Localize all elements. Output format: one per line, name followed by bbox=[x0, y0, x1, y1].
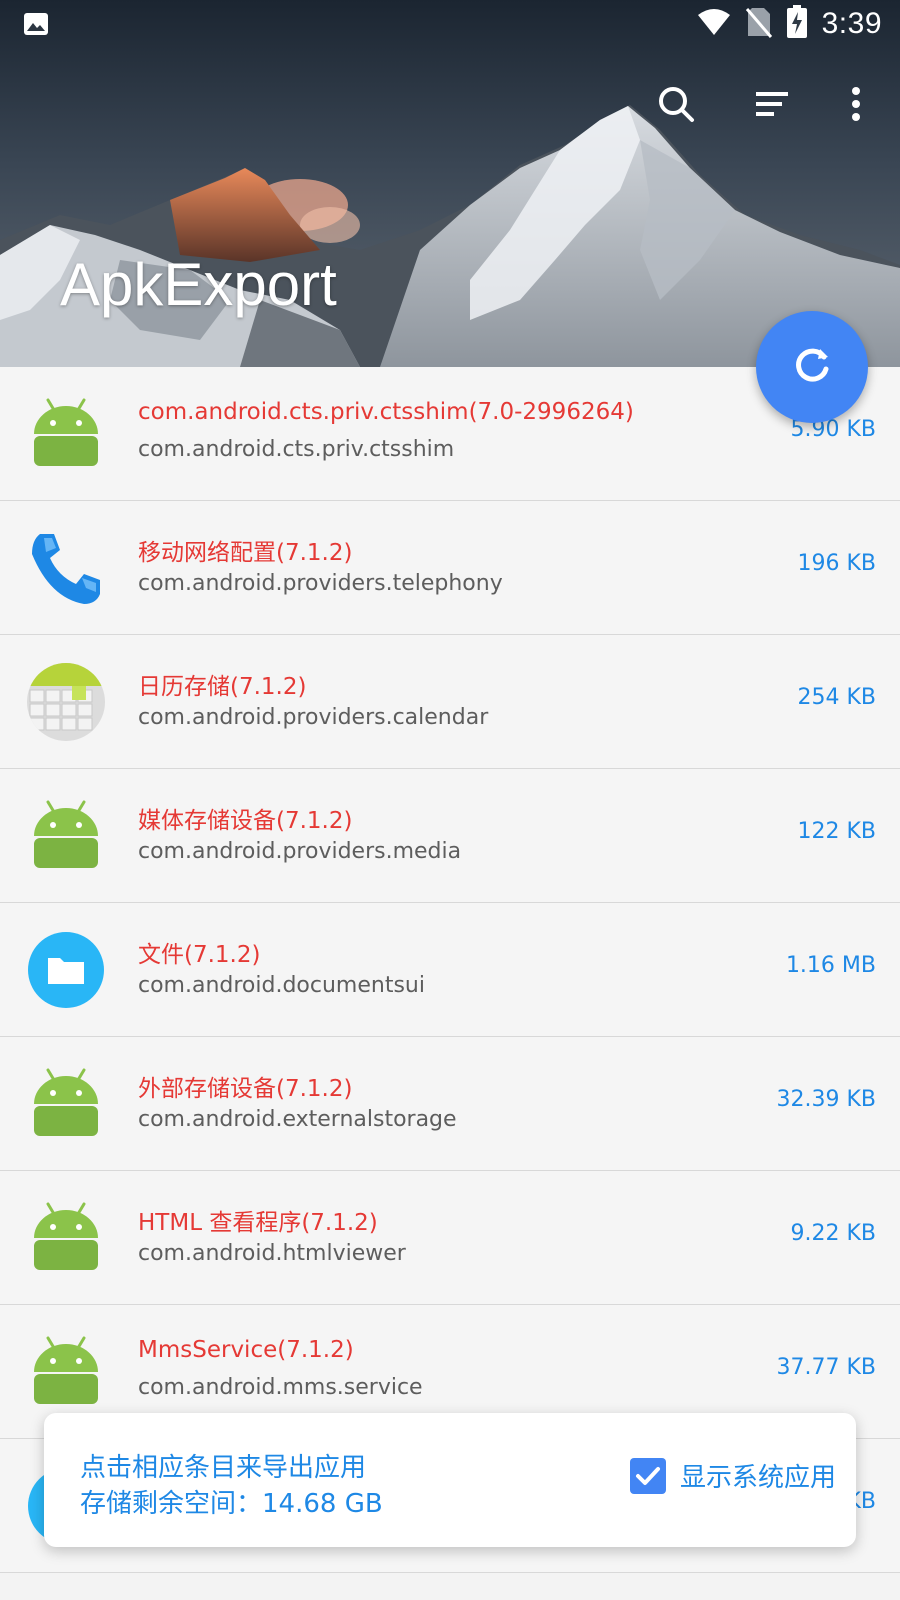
app-size: 32.39 KB bbox=[776, 1087, 877, 1112]
android-icon bbox=[26, 1332, 106, 1412]
android-icon bbox=[26, 1064, 106, 1144]
list-item[interactable]: 日历存储(7.1.2) com.android.providers.calend… bbox=[0, 635, 900, 769]
app-bar: 3:39 ApkExport bbox=[0, 0, 900, 367]
refresh-button[interactable] bbox=[756, 311, 868, 423]
app-name: 媒体存储设备(7.1.2) bbox=[138, 808, 353, 834]
sort-icon[interactable] bbox=[748, 80, 796, 128]
page-title: ApkExport bbox=[60, 251, 337, 318]
app-name: MmsService(7.1.2) bbox=[138, 1337, 354, 1363]
app-name: HTML 查看程序(7.1.2) bbox=[138, 1210, 378, 1236]
list-item[interactable]: HTML 查看程序(7.1.2) com.android.htmlviewer … bbox=[0, 1171, 900, 1305]
app-size: 37.77 KB bbox=[776, 1355, 877, 1380]
folder-icon bbox=[26, 930, 106, 1010]
no-sim-icon bbox=[745, 6, 772, 42]
app-package: com.android.providers.media bbox=[138, 839, 462, 864]
app-name: 日历存储(7.1.2) bbox=[138, 674, 307, 700]
app-name: com.android.cts.priv.ctsshim(7.0-2996264… bbox=[138, 399, 634, 425]
app-size: 122 KB bbox=[797, 819, 876, 844]
storage-remaining: 存储剩余空间：14.68 GB bbox=[80, 1489, 383, 1519]
refresh-icon bbox=[790, 343, 834, 391]
app-package: com.android.providers.calendar bbox=[138, 705, 489, 730]
export-hint: 点击相应条目来导出应用 bbox=[80, 1453, 367, 1483]
app-package: com.android.cts.priv.ctsshim bbox=[138, 437, 455, 462]
battery-charging-icon bbox=[786, 5, 808, 43]
show-system-apps-toggle[interactable]: 显示系统应用 bbox=[629, 1457, 836, 1494]
app-size: 254 KB bbox=[797, 685, 876, 710]
phone-icon bbox=[26, 528, 106, 608]
list-item[interactable]: 移动网络配置(7.1.2) com.android.providers.tele… bbox=[0, 501, 900, 635]
show-system-apps-label: 显示系统应用 bbox=[679, 1463, 836, 1493]
app-size: 9.22 KB bbox=[790, 1221, 877, 1246]
app-package: com.android.documentsui bbox=[138, 973, 425, 998]
android-icon bbox=[26, 394, 106, 474]
image-icon bbox=[22, 10, 50, 38]
checkbox-checked-icon[interactable] bbox=[629, 1457, 666, 1494]
app-name: 文件(7.1.2) bbox=[138, 942, 261, 968]
android-icon bbox=[26, 796, 106, 876]
app-name: 外部存储设备(7.1.2) bbox=[138, 1076, 353, 1102]
wifi-icon bbox=[696, 7, 732, 41]
clock: 3:39 bbox=[821, 7, 882, 40]
search-icon[interactable] bbox=[652, 80, 700, 128]
calendar-icon bbox=[26, 662, 106, 742]
list-item[interactable]: 外部存储设备(7.1.2) com.android.externalstorag… bbox=[0, 1037, 900, 1171]
app-size: 196 KB bbox=[797, 551, 876, 576]
info-card: 点击相应条目来导出应用 存储剩余空间：14.68 GB 显示系统应用 bbox=[44, 1413, 856, 1547]
list-item[interactable]: 媒体存储设备(7.1.2) com.android.providers.medi… bbox=[0, 769, 900, 903]
app-package: com.android.providers.telephony bbox=[138, 571, 503, 596]
status-bar: 3:39 bbox=[0, 0, 900, 48]
app-size: 1.16 MB bbox=[785, 953, 876, 978]
app-package: com.android.htmlviewer bbox=[138, 1241, 406, 1266]
list-item[interactable]: 文件(7.1.2) com.android.documentsui 1.16 M… bbox=[0, 903, 900, 1037]
app-package: com.android.mms.service bbox=[138, 1375, 423, 1400]
android-icon bbox=[26, 1198, 106, 1278]
app-name: 移动网络配置(7.1.2) bbox=[138, 540, 353, 566]
more-vert-icon[interactable] bbox=[832, 80, 880, 128]
app-package: com.android.externalstorage bbox=[138, 1107, 457, 1132]
